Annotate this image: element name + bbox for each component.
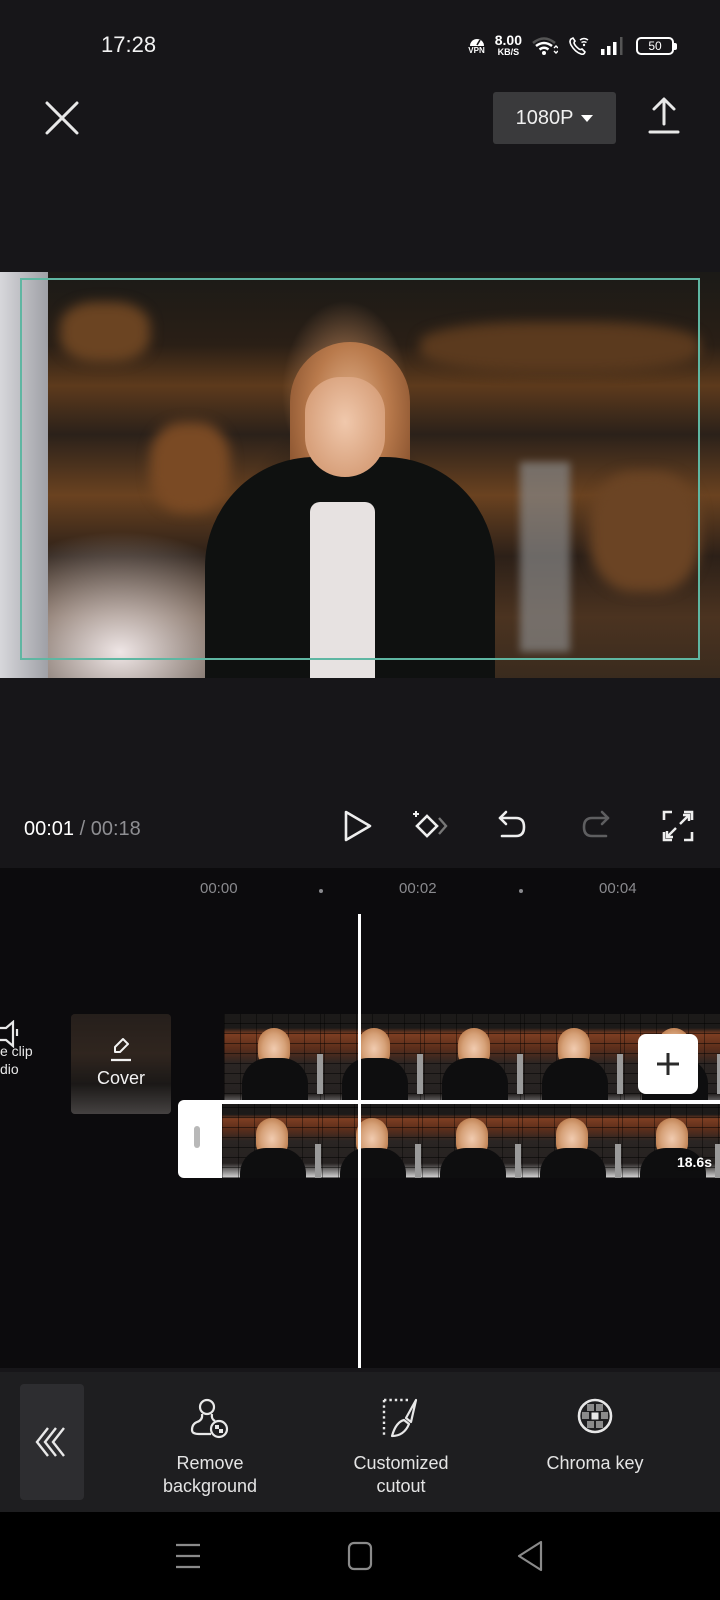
clip-thumbnail bbox=[522, 1104, 622, 1178]
undo-icon bbox=[498, 810, 526, 838]
ruler-label: 00:04 bbox=[599, 880, 637, 897]
mute-clip-audio-label: e clip dio bbox=[0, 1043, 33, 1077]
current-time: 00:01 bbox=[24, 818, 75, 840]
toolbar-back-button[interactable] bbox=[20, 1384, 84, 1500]
cover-label: Cover bbox=[96, 1068, 145, 1088]
menu-icon bbox=[176, 1543, 200, 1569]
remove-background-icon bbox=[190, 1398, 229, 1439]
clip-thumbnail bbox=[224, 1014, 324, 1114]
ruler-label: 00:00 bbox=[200, 880, 238, 897]
chroma-key-icon bbox=[577, 1398, 613, 1434]
undo-button[interactable] bbox=[494, 808, 530, 844]
edit-pencil-icon bbox=[111, 1038, 131, 1062]
clip-thumbnail bbox=[324, 1014, 424, 1114]
tool-label: Remove background bbox=[162, 1453, 258, 1496]
network-speed: 8.00 KB/S bbox=[494, 32, 522, 57]
status-time: 17:28 bbox=[101, 32, 157, 57]
redo-icon bbox=[582, 810, 610, 838]
triple-chevron-left-icon bbox=[35, 1427, 65, 1457]
status-bar: 17:28 VPN 8.00 KB/S 50 bbox=[0, 0, 720, 80]
battery-icon: 50 bbox=[636, 37, 677, 55]
clip-thumbnail bbox=[424, 1014, 524, 1114]
home-icon bbox=[347, 1541, 373, 1571]
cover-button[interactable]: Cover bbox=[71, 1014, 171, 1114]
nav-home-button[interactable] bbox=[342, 1538, 378, 1574]
system-navigation-bar bbox=[0, 1512, 720, 1600]
add-clip-button[interactable] bbox=[638, 1034, 698, 1094]
clip-thumbnail bbox=[422, 1104, 522, 1178]
back-icon bbox=[517, 1540, 543, 1572]
plus-icon bbox=[657, 1053, 679, 1075]
resolution-dropdown[interactable]: 1080P bbox=[493, 92, 616, 144]
chroma-key-button[interactable]: Chroma key bbox=[530, 1372, 660, 1512]
export-icon bbox=[648, 97, 680, 134]
main-track-clip-selected[interactable]: 18.6s bbox=[178, 1100, 720, 1178]
export-button[interactable] bbox=[646, 96, 682, 136]
ruler-tick bbox=[319, 889, 323, 893]
play-icon bbox=[344, 810, 372, 842]
selection-frame[interactable] bbox=[20, 278, 700, 660]
tool-label: Chroma key bbox=[546, 1453, 644, 1473]
main-track-frames bbox=[222, 1104, 720, 1178]
bottom-toolbar: Remove background Customized cutout Chro… bbox=[0, 1372, 720, 1512]
nav-back-button[interactable] bbox=[514, 1538, 550, 1574]
remove-background-button[interactable]: Remove background bbox=[148, 1372, 272, 1512]
close-icon bbox=[45, 101, 79, 135]
fullscreen-button[interactable] bbox=[660, 808, 696, 844]
caret-down-icon bbox=[581, 114, 594, 122]
time-readout: 00:01 / 00:18 bbox=[24, 818, 141, 840]
play-button[interactable] bbox=[340, 808, 376, 844]
fullscreen-icon bbox=[662, 810, 694, 842]
tool-label: Customized cutout bbox=[353, 1453, 449, 1496]
clip-thumbnail bbox=[524, 1014, 624, 1114]
customized-cutout-button[interactable]: Customized cutout bbox=[338, 1372, 464, 1512]
add-keyframe-button[interactable] bbox=[410, 808, 456, 844]
cutout-brush-icon bbox=[382, 1398, 418, 1438]
add-keyframe-icon bbox=[413, 811, 448, 838]
ruler-label: 00:02 bbox=[399, 880, 437, 897]
redo-button[interactable] bbox=[578, 808, 614, 844]
trim-handle-left[interactable] bbox=[194, 1126, 200, 1148]
total-time: 00:18 bbox=[90, 818, 141, 840]
clip-thumbnail bbox=[322, 1104, 422, 1178]
vpn-icon: VPN bbox=[468, 37, 485, 55]
status-icons: VPN 8.00 KB/S 50 bbox=[468, 32, 677, 58]
clip-thumbnail bbox=[222, 1104, 322, 1178]
playhead[interactable] bbox=[358, 914, 361, 1368]
wifi-calling-icon bbox=[569, 36, 589, 56]
close-button[interactable] bbox=[42, 98, 82, 138]
clip-duration: 18.6s bbox=[676, 1154, 712, 1170]
signal-icon bbox=[601, 37, 623, 55]
video-preview[interactable] bbox=[0, 272, 720, 678]
ruler-tick bbox=[519, 889, 523, 893]
nav-menu-button[interactable] bbox=[170, 1538, 206, 1574]
resolution-label: 1080P bbox=[515, 106, 574, 129]
wifi-icon bbox=[532, 37, 558, 55]
